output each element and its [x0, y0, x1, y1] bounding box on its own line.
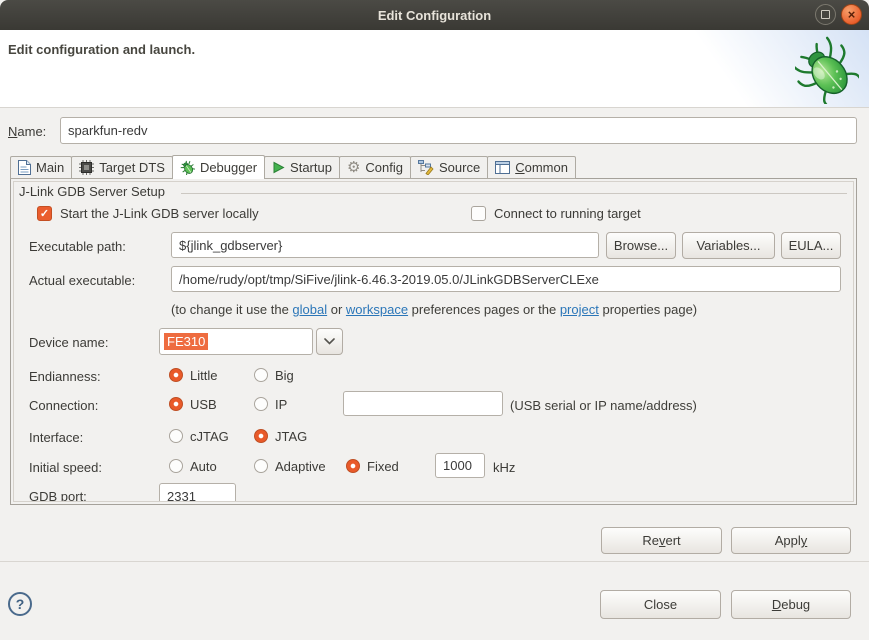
radio-off-icon	[254, 459, 268, 473]
window-title: Edit Configuration	[378, 8, 491, 23]
radio-cjtag[interactable]: cJTAG	[169, 428, 229, 444]
radio-little[interactable]: Little	[169, 367, 217, 383]
executable-path-label: Executable path:	[29, 239, 126, 254]
tab-label: Main	[36, 160, 64, 175]
radio-jtag[interactable]: JTAG	[254, 428, 307, 444]
executable-path-input[interactable]	[171, 232, 599, 258]
radio-off-icon	[254, 397, 268, 411]
tab-target-dts[interactable]: Target DTS	[71, 156, 173, 179]
tab-label: Config	[365, 160, 403, 175]
play-icon	[272, 161, 285, 174]
source-tree-pencil-icon	[418, 160, 434, 175]
debug-button[interactable]: Debug	[731, 590, 851, 619]
jlink-setup-scroll-area: J-Link GDB Server Setup ✓ Start the J-Li…	[13, 181, 854, 502]
device-name-combo[interactable]: FE310	[159, 328, 313, 355]
radio-off-icon	[254, 368, 268, 382]
help-button[interactable]: ?	[8, 592, 32, 616]
table-icon	[495, 161, 510, 174]
initial-speed-label: Initial speed:	[29, 460, 102, 475]
tab-label: Debugger	[200, 160, 257, 175]
gdb-port-input[interactable]	[159, 483, 236, 502]
radio-on-icon	[169, 397, 183, 411]
gdb-port-label: GDB port:	[29, 489, 87, 502]
actual-executable-label: Actual executable:	[29, 273, 135, 288]
tab-label: Target DTS	[99, 160, 165, 175]
name-label: Name:	[8, 124, 46, 139]
tab-debugger[interactable]: Debugger	[172, 155, 265, 179]
endianness-label: Endianness:	[29, 369, 101, 384]
name-input[interactable]	[60, 117, 857, 144]
revert-button[interactable]: Revert	[601, 527, 722, 554]
group-title: J-Link GDB Server Setup	[19, 184, 165, 199]
close-button[interactable]: Close	[600, 590, 721, 619]
checkbox-unchecked-icon	[471, 206, 486, 221]
interface-label: Interface:	[29, 430, 83, 445]
gear-icon: ⚙	[347, 160, 360, 175]
apply-button[interactable]: Apply	[731, 527, 851, 554]
maximize-button[interactable]	[815, 4, 836, 25]
device-name-dropdown-button[interactable]	[316, 328, 343, 355]
workspace-preferences-link[interactable]: workspace	[346, 302, 408, 317]
header-message: Edit configuration and launch.	[8, 42, 195, 57]
radio-fixed[interactable]: Fixed	[346, 458, 399, 474]
radio-off-icon	[169, 429, 183, 443]
actual-executable-input[interactable]	[171, 266, 841, 292]
start-gdb-server-checkbox[interactable]: ✓ Start the J-Link GDB server locally	[37, 205, 259, 222]
help-icon: ?	[16, 596, 25, 612]
document-icon	[18, 160, 31, 175]
radio-big[interactable]: Big	[254, 367, 294, 383]
eula-button[interactable]: EULA...	[781, 232, 841, 259]
connect-running-target-checkbox[interactable]: Connect to running target	[471, 205, 641, 222]
radio-ip[interactable]: IP	[254, 396, 287, 412]
tab-label: Common	[515, 160, 568, 175]
window-controls: ×	[815, 4, 862, 25]
titlebar[interactable]: Edit Configuration ×	[0, 0, 869, 30]
radio-on-icon	[254, 429, 268, 443]
close-icon: ×	[848, 8, 856, 21]
browse-button[interactable]: Browse...	[606, 232, 676, 259]
tab-config[interactable]: ⚙ Config	[339, 156, 411, 179]
variables-button[interactable]: Variables...	[682, 232, 775, 259]
checkbox-label: Connect to running target	[494, 206, 641, 221]
maximize-icon	[821, 10, 830, 19]
tab-label: Startup	[290, 160, 332, 175]
bug-icon	[180, 160, 195, 175]
radio-off-icon	[169, 459, 183, 473]
tab-common[interactable]: Common	[487, 156, 576, 179]
tab-source[interactable]: Source	[410, 156, 488, 179]
speed-khz-input[interactable]	[435, 453, 485, 478]
edit-configuration-dialog: Edit Configuration × Edit configuration …	[0, 0, 869, 640]
project-properties-link[interactable]: project	[560, 302, 599, 317]
tab-label: Source	[439, 160, 480, 175]
connection-hint: (USB serial or IP name/address)	[510, 398, 697, 413]
close-window-button[interactable]: ×	[841, 4, 862, 25]
tab-startup[interactable]: Startup	[264, 156, 340, 179]
preferences-hint: (to change it use the global or workspac…	[171, 302, 697, 317]
checkbox-label: Start the J-Link GDB server locally	[60, 206, 259, 221]
dialog-header: Edit configuration and launch.	[0, 30, 869, 108]
debugger-tab-panel: J-Link GDB Server Setup ✓ Start the J-Li…	[10, 178, 857, 505]
connection-label: Connection:	[29, 398, 98, 413]
checkbox-checked-icon: ✓	[37, 206, 52, 221]
chip-icon	[79, 160, 94, 175]
chevron-down-icon	[324, 338, 335, 345]
radio-usb[interactable]: USB	[169, 396, 217, 412]
beetle-logo-icon	[795, 34, 859, 104]
tab-bar: Main Target DTS Debugger	[10, 155, 575, 179]
khz-unit-label: kHz	[493, 460, 515, 475]
device-name-selected-text: FE310	[164, 333, 208, 350]
footer-divider	[0, 561, 869, 562]
radio-on-icon	[169, 368, 183, 382]
group-divider	[181, 193, 847, 194]
global-preferences-link[interactable]: global	[292, 302, 327, 317]
connection-address-input[interactable]	[343, 391, 503, 416]
radio-adaptive[interactable]: Adaptive	[254, 458, 326, 474]
tab-main[interactable]: Main	[10, 156, 72, 179]
radio-on-icon	[346, 459, 360, 473]
radio-auto[interactable]: Auto	[169, 458, 217, 474]
device-name-label: Device name:	[29, 335, 108, 350]
